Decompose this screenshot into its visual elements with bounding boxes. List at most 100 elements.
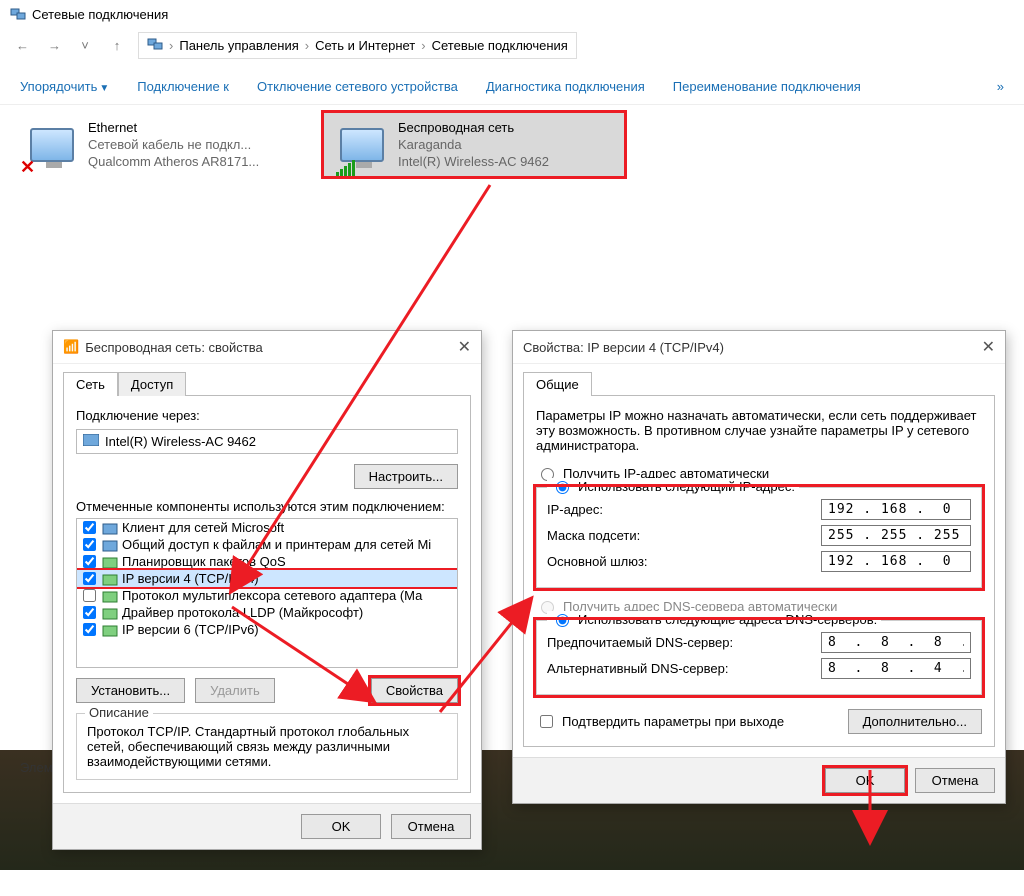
connections-list: ✕ Ethernet Сетевой кабель не подкл... Qu… (0, 105, 1024, 184)
list-item[interactable]: Общий доступ к файлам и принтерам для се… (77, 536, 457, 553)
properties-button[interactable]: Свойства (371, 678, 458, 703)
components-label: Отмеченные компоненты используются этим … (76, 499, 458, 514)
radio-label: Использовать следующие адреса DNS-сервер… (578, 612, 877, 627)
breadcrumb[interactable]: › Панель управления › Сеть и Интернет › … (138, 32, 577, 59)
item-label: IP версии 6 (TCP/IPv6) (122, 622, 259, 637)
description-group: Описание Протокол TCP/IP. Стандартный пр… (76, 713, 458, 780)
item-checkbox[interactable] (83, 538, 96, 551)
tab-general[interactable]: Общие (523, 372, 592, 396)
connection-wifi[interactable]: Беспроводная сеть Karaganda Intel(R) Wir… (324, 113, 624, 176)
adapter-icon (83, 434, 99, 449)
checkbox-input[interactable] (540, 715, 553, 728)
chevron-right-icon: › (305, 38, 309, 53)
nav-recent-button[interactable]: ˅ (74, 35, 96, 57)
validate-checkbox[interactable]: Подтвердить параметры при выходе (536, 712, 784, 731)
chevron-down-icon: ▼ (99, 83, 109, 94)
ok-button[interactable]: OK (301, 814, 381, 839)
gateway-label: Основной шлюз: (547, 554, 648, 569)
protocol-icon (102, 606, 118, 620)
chevron-right-icon: › (169, 38, 173, 53)
manual-dns-group: Использовать следующие адреса DNS-сервер… (536, 620, 982, 695)
dns1-input[interactable] (821, 632, 971, 653)
item-checkbox[interactable] (83, 623, 96, 636)
radio-manual-ip[interactable]: Использовать следующий IP-адрес: (547, 478, 799, 494)
diagnose-button[interactable]: Диагностика подключения (486, 79, 645, 94)
breadcrumb-icon (147, 36, 163, 55)
item-label: Планировщик пакетов QoS (122, 554, 286, 569)
address-bar: ← → ˅ ↑ › Панель управления › Сеть и Инт… (0, 28, 1024, 69)
protocol-icon (102, 589, 118, 603)
protocol-icon (102, 521, 118, 535)
tab-access[interactable]: Доступ (118, 372, 186, 396)
ethernet-icon: ✕ (24, 120, 80, 170)
breadcrumb-item[interactable]: Сетевые подключения (432, 38, 568, 53)
item-checkbox[interactable] (83, 521, 96, 534)
connection-device: Qualcomm Atheros AR8171... (88, 153, 259, 170)
protocol-icon (102, 572, 118, 586)
list-item[interactable]: Протокол мультиплексора сетевого адаптер… (77, 587, 457, 604)
item-checkbox[interactable] (83, 606, 96, 619)
organize-menu[interactable]: Упорядочить▼ (20, 79, 109, 94)
dns2-label: Альтернативный DNS-сервер: (547, 661, 729, 676)
list-item[interactable]: Клиент для сетей Microsoft (77, 519, 457, 536)
radio-manual-dns[interactable]: Использовать следующие адреса DNS-сервер… (547, 611, 881, 627)
nav-back-button[interactable]: ← (10, 35, 32, 57)
item-checkbox[interactable] (83, 555, 96, 568)
item-label: Протокол мультиплексора сетевого адаптер… (122, 588, 422, 603)
mask-label: Маска подсети: (547, 528, 640, 543)
gateway-input[interactable] (821, 551, 971, 572)
overflow-button[interactable]: » (997, 79, 1004, 94)
cancel-button[interactable]: Отмена (391, 814, 471, 839)
connection-name: Ethernet (88, 119, 259, 136)
nav-forward-button[interactable]: → (42, 35, 64, 57)
ip-label: IP-адрес: (547, 502, 603, 517)
configure-button[interactable]: Настроить... (354, 464, 458, 489)
description-text: Протокол TCP/IP. Стандартный протокол гл… (87, 724, 447, 769)
ip-input[interactable] (821, 499, 971, 520)
cancel-button[interactable]: Отмена (915, 768, 995, 793)
dialog-title: Свойства: IP версии 4 (TCP/IPv4) (523, 340, 724, 355)
close-button[interactable]: ✕ (458, 337, 471, 357)
connection-device: Intel(R) Wireless-AC 9462 (398, 153, 549, 170)
item-label: Клиент для сетей Microsoft (122, 520, 284, 535)
list-item-ipv4[interactable]: IP версии 4 (TCP/IPv4) (77, 570, 457, 587)
mask-input[interactable] (821, 525, 971, 546)
window-titlebar: Сетевые подключения (0, 0, 1024, 28)
signal-bars-icon (336, 160, 355, 176)
dns1-label: Предпочитаемый DNS-сервер: (547, 635, 733, 650)
connection-ethernet[interactable]: ✕ Ethernet Сетевой кабель не подкл... Qu… (14, 113, 314, 176)
error-x-icon: ✕ (20, 157, 35, 178)
adapter-field: Intel(R) Wireless-AC 9462 (76, 429, 458, 454)
connection-status: Karaganda (398, 136, 549, 153)
radio-input[interactable] (556, 481, 569, 494)
nav-up-button[interactable]: ↑ (106, 35, 128, 57)
list-item[interactable]: IP версии 6 (TCP/IPv6) (77, 621, 457, 638)
description-heading: Описание (85, 705, 153, 720)
install-button[interactable]: Установить... (76, 678, 185, 703)
connect-to-button[interactable]: Подключение к (137, 79, 229, 94)
connection-name: Беспроводная сеть (398, 119, 549, 136)
ipv4-properties-dialog: Свойства: IP версии 4 (TCP/IPv4) ✕ Общие… (512, 330, 1006, 804)
connection-properties-dialog: 📶Беспроводная сеть: свойства ✕ Сеть Дост… (52, 330, 482, 850)
radio-input[interactable] (556, 614, 569, 627)
item-checkbox[interactable] (83, 572, 96, 585)
item-label: IP версии 4 (TCP/IPv4) (122, 571, 259, 586)
dns2-input[interactable] (821, 658, 971, 679)
radio-label: Использовать следующий IP-адрес: (578, 479, 795, 494)
remove-button: Удалить (195, 678, 275, 703)
advanced-button[interactable]: Дополнительно... (848, 709, 982, 734)
wifi-icon (334, 120, 390, 170)
list-item[interactable]: Планировщик пакетов QoS (77, 553, 457, 570)
breadcrumb-item[interactable]: Панель управления (179, 38, 298, 53)
components-listbox[interactable]: Клиент для сетей Microsoft Общий доступ … (76, 518, 458, 668)
disable-device-button[interactable]: Отключение сетевого устройства (257, 79, 458, 94)
command-bar: Упорядочить▼ Подключение к Отключение се… (0, 69, 1024, 105)
item-checkbox[interactable] (83, 589, 96, 602)
close-button[interactable]: ✕ (982, 337, 995, 357)
ok-button[interactable]: OK (825, 768, 905, 793)
rename-button[interactable]: Переименование подключения (673, 79, 861, 94)
tab-network[interactable]: Сеть (63, 372, 118, 396)
breadcrumb-item[interactable]: Сеть и Интернет (315, 38, 415, 53)
list-item[interactable]: Драйвер протокола LLDP (Майкрософт) (77, 604, 457, 621)
connection-status: Сетевой кабель не подкл... (88, 136, 259, 153)
